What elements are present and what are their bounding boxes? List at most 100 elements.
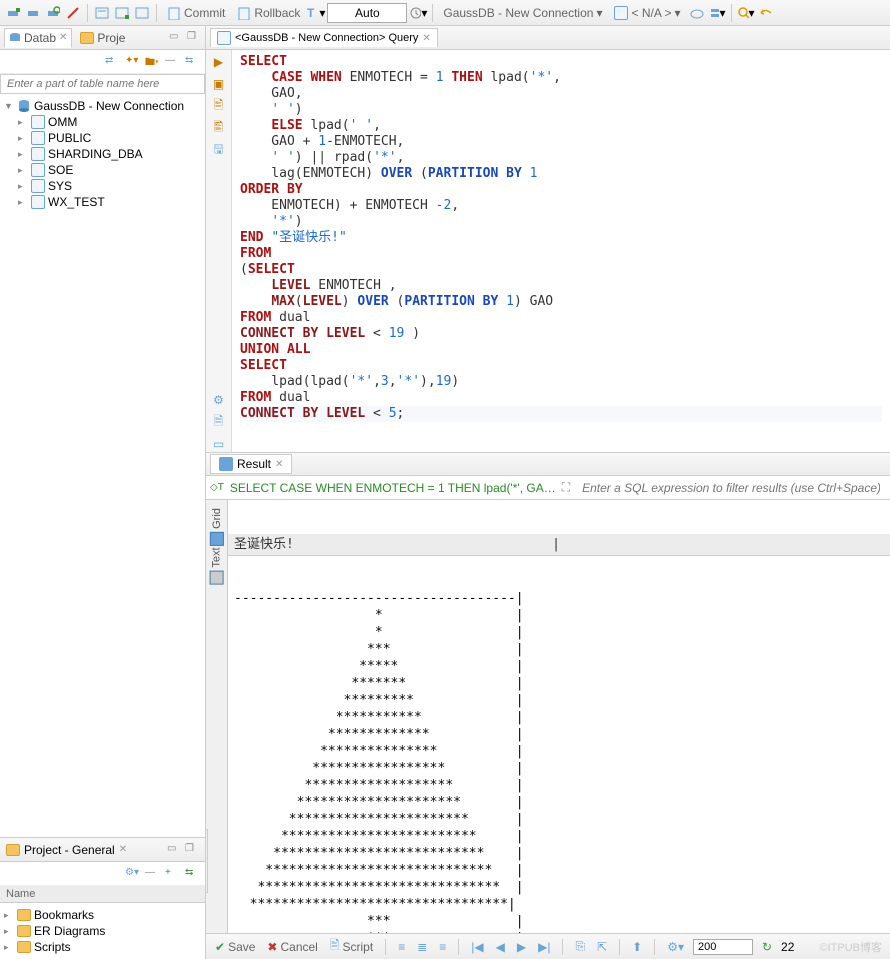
code-editor[interactable]: SELECT CASE WHEN ENMOTECH = 1 THEN lpad(… bbox=[232, 50, 890, 452]
grid-row[interactable]: * | bbox=[234, 624, 884, 641]
link-icon[interactable]: ⇄ bbox=[105, 55, 119, 69]
plus-icon[interactable]: + bbox=[165, 867, 179, 881]
page-size-input[interactable] bbox=[693, 939, 753, 955]
result-tab[interactable]: Result✕ bbox=[210, 454, 292, 474]
grid-row[interactable]: *************** | bbox=[234, 743, 884, 760]
grid-row[interactable]: ******************************* | bbox=[234, 879, 884, 896]
explain-icon[interactable]: 🖹 bbox=[211, 98, 227, 114]
cloud-icon[interactable] bbox=[688, 4, 706, 22]
grid-row[interactable]: ------------------------------------| bbox=[234, 590, 884, 607]
prev-icon[interactable]: ◀ bbox=[493, 940, 508, 954]
close-icon[interactable]: ✕ bbox=[422, 33, 430, 44]
schema-selector[interactable]: < N/A > ▾ bbox=[609, 6, 685, 20]
close-icon[interactable]: ✕ bbox=[119, 844, 127, 855]
rollback-button[interactable]: Rollback bbox=[232, 6, 305, 20]
panel-icon[interactable]: 🗎 bbox=[211, 414, 227, 430]
tree-folder-icon[interactable]: 🖿▾ bbox=[145, 55, 159, 69]
record-tab[interactable]: Record bbox=[206, 829, 208, 893]
config-icon[interactable]: ⚙▾ bbox=[664, 940, 687, 954]
run-icon[interactable]: ▶ bbox=[211, 54, 227, 70]
link2-icon[interactable]: ⇆ bbox=[185, 55, 199, 69]
commit-button[interactable]: Commit bbox=[162, 6, 230, 20]
close-icon[interactable]: ✕ bbox=[59, 32, 67, 43]
save-button[interactable]: ✔Save bbox=[212, 940, 258, 954]
result-filter-input[interactable] bbox=[576, 479, 886, 497]
gear-icon[interactable]: ⚙▾ bbox=[125, 867, 139, 881]
align-left-icon[interactable]: ≡ bbox=[395, 940, 408, 954]
collapse-icon[interactable]: — bbox=[165, 55, 179, 69]
tree-node[interactable]: ▸SOE bbox=[0, 162, 205, 178]
sql-editor-icon[interactable] bbox=[93, 4, 111, 22]
tree-node[interactable]: ▸OMM bbox=[0, 114, 205, 130]
tree-node[interactable]: ▸PUBLIC bbox=[0, 130, 205, 146]
minus-icon[interactable]: — bbox=[145, 867, 159, 881]
h-scrollbar[interactable] bbox=[0, 949, 200, 959]
tree-node[interactable]: ▸SHARDING_DBA bbox=[0, 146, 205, 162]
grid-row[interactable]: *** | bbox=[234, 913, 884, 930]
script-button[interactable]: 🖹Script bbox=[327, 936, 376, 957]
cancel-button[interactable]: ✖Cancel bbox=[264, 940, 320, 954]
grid-row[interactable]: *********************************| bbox=[234, 896, 884, 913]
tree-gear-icon[interactable]: ✦▾ bbox=[125, 55, 139, 69]
align-center-icon[interactable]: ≣ bbox=[414, 940, 430, 954]
first-icon[interactable]: |◀ bbox=[468, 940, 486, 954]
grid-row[interactable]: *********************** | bbox=[234, 811, 884, 828]
grid-row[interactable]: ******************* | bbox=[234, 777, 884, 794]
connection-selector[interactable]: GaussDB - New Connection ▾ bbox=[438, 6, 607, 20]
minimize-icon[interactable]: ▭ bbox=[167, 843, 181, 857]
grid-row[interactable]: ***************************** | bbox=[234, 862, 884, 879]
grid-row[interactable]: * | bbox=[234, 607, 884, 624]
refresh-icon[interactable]: ⇆ bbox=[185, 867, 199, 881]
next-icon[interactable]: ▶ bbox=[514, 940, 529, 954]
panel2-icon[interactable]: ▭ bbox=[211, 436, 227, 452]
settings-icon[interactable]: ⚙ bbox=[211, 392, 227, 408]
grid-row[interactable]: ***************** | bbox=[234, 760, 884, 777]
tree-node[interactable]: ▸SYS bbox=[0, 178, 205, 194]
editor-tab[interactable]: <GaussDB - New Connection> Query✕ bbox=[210, 28, 438, 47]
stack-icon[interactable]: ▾ bbox=[708, 4, 726, 22]
grid-row[interactable]: ***** | bbox=[234, 658, 884, 675]
save-icon[interactable]: 🖫 bbox=[211, 142, 227, 158]
close-icon[interactable]: ✕ bbox=[275, 459, 283, 470]
grid-row[interactable]: ************************* | bbox=[234, 828, 884, 845]
history-icon[interactable]: ▾ bbox=[409, 4, 427, 22]
plug-icon[interactable] bbox=[24, 4, 42, 22]
explain2-icon[interactable]: 🖺 bbox=[211, 120, 227, 136]
export-icon[interactable]: ⎘ bbox=[572, 939, 588, 954]
grid-row[interactable]: ************* | bbox=[234, 726, 884, 743]
disconnect-icon[interactable] bbox=[64, 4, 82, 22]
tab-database[interactable]: Datab✕ bbox=[4, 28, 72, 48]
grid-row[interactable]: *** | bbox=[234, 641, 884, 658]
grid-row[interactable]: *** | bbox=[234, 930, 884, 933]
plug-add-icon[interactable] bbox=[4, 4, 22, 22]
maximize-icon[interactable]: ❐ bbox=[187, 31, 201, 45]
grid-row[interactable]: ********* | bbox=[234, 692, 884, 709]
undo-icon[interactable] bbox=[757, 4, 775, 22]
tree-node[interactable]: ▸WX_TEST bbox=[0, 194, 205, 210]
maximize-icon[interactable]: ❐ bbox=[185, 843, 199, 857]
refresh-icon[interactable]: ↻ bbox=[759, 940, 775, 954]
tree-filter-input[interactable] bbox=[0, 74, 205, 94]
expand-icon[interactable]: ⛶ bbox=[562, 480, 570, 495]
search-icon[interactable]: ▾ bbox=[737, 4, 755, 22]
side-tab-text[interactable]: Text bbox=[210, 547, 224, 584]
tab-project[interactable]: Proje bbox=[76, 29, 129, 47]
export2-icon[interactable]: ⇱ bbox=[594, 940, 610, 954]
run-script-icon[interactable]: ▣ bbox=[211, 76, 227, 92]
grid-row[interactable]: *************************** | bbox=[234, 845, 884, 862]
sql-editor3-icon[interactable] bbox=[133, 4, 151, 22]
last-icon[interactable]: ▶| bbox=[535, 940, 553, 954]
project-item[interactable]: ▸Bookmarks bbox=[0, 907, 205, 923]
auto-commit-input[interactable] bbox=[327, 3, 407, 23]
plug-refresh-icon[interactable] bbox=[44, 4, 62, 22]
project-item[interactable]: ▸ER Diagrams bbox=[0, 923, 205, 939]
grid-row[interactable]: *********** | bbox=[234, 709, 884, 726]
tree-root[interactable]: ▼GaussDB - New Connection bbox=[0, 98, 205, 114]
grid-row[interactable]: ******* | bbox=[234, 675, 884, 692]
sql-editor2-icon[interactable] bbox=[113, 4, 131, 22]
minimize-icon[interactable]: ▭ bbox=[169, 31, 183, 45]
side-tab-grid[interactable]: Grid bbox=[210, 508, 224, 546]
tx-mode-icon[interactable]: T▾ bbox=[307, 4, 325, 22]
grid-row[interactable]: ********************* | bbox=[234, 794, 884, 811]
align-right-icon[interactable]: ≡ bbox=[436, 940, 449, 954]
